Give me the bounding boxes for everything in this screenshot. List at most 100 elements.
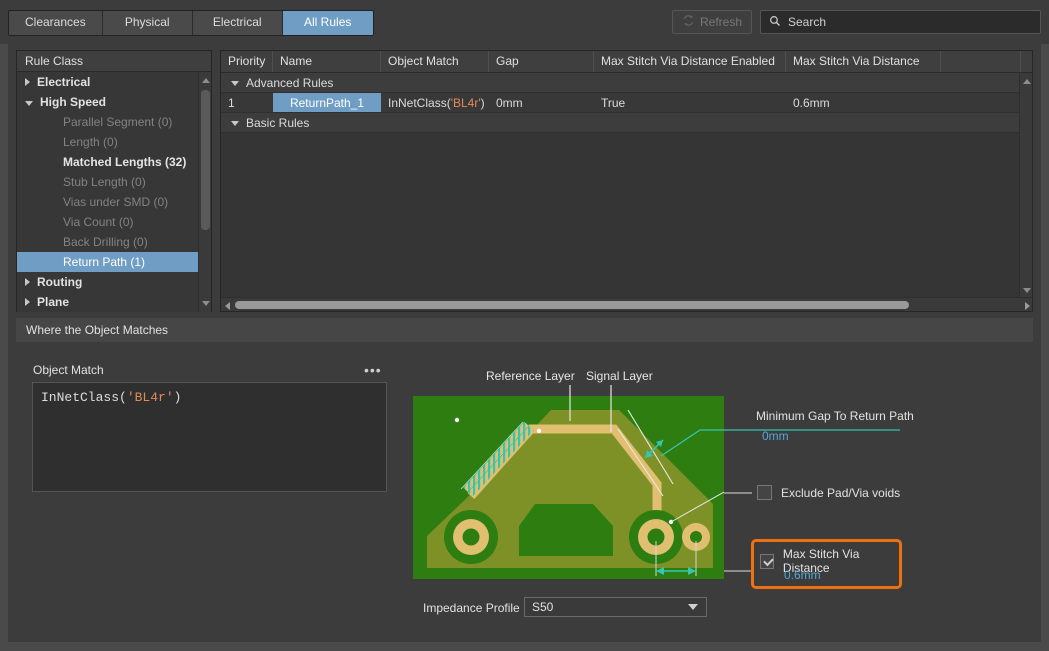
chevron-right-icon[interactable] [25, 278, 30, 286]
scroll-left-icon[interactable] [225, 302, 230, 310]
max-stitch-via-distance-group: Max Stitch Via Distance 0.6mm [751, 539, 902, 589]
rule-class-item-label: Return Path (1) [63, 252, 145, 272]
chevron-right-icon[interactable] [25, 78, 30, 86]
cell-object-match-literal: 'BL4r' [451, 96, 481, 110]
where-object-matches-header: Where the Object Matches [16, 318, 1033, 342]
chevron-down-icon[interactable] [231, 121, 239, 126]
cell-max-stitch-via-distance-enabled[interactable]: True [594, 93, 786, 112]
rules-group-label: Basic Rules [246, 113, 309, 133]
table-row[interactable]: 1ReturnPath_1InNetClass('BL4r')0mmTrue0.… [221, 93, 1032, 113]
impedance-profile-label: Impedance Profile [423, 601, 520, 615]
exclude-pad-via-voids-row[interactable]: Exclude Pad/Via voids [757, 485, 900, 500]
minimum-gap-value[interactable]: 0mm [762, 429, 789, 443]
search-box[interactable]: Search [760, 10, 1041, 34]
object-match-label: Object Match [33, 363, 104, 377]
window-left-edge [0, 44, 8, 642]
scroll-down-icon[interactable] [202, 301, 210, 306]
pour-cutout [519, 504, 613, 556]
cell-object-match-prefix: InNetClass( [388, 96, 451, 110]
rule-class-item-label: High Speed [40, 92, 106, 112]
cell-priority[interactable]: 1 [221, 93, 273, 112]
rule-class-item-label: Plane [37, 292, 69, 312]
rule-class-item-routing[interactable]: Routing [17, 272, 211, 292]
max-stitch-via-distance-checkbox[interactable] [760, 554, 774, 569]
object-match-expression: InNetClass('BL4r') [33, 383, 386, 405]
tab-all-rules[interactable]: All Rules [283, 11, 373, 35]
rule-class-item-plane[interactable]: Plane [17, 292, 211, 312]
rules-table: PriorityNameObject MatchGapMax Stitch Vi… [220, 50, 1033, 312]
max-stitch-via-distance-row[interactable]: Max Stitch Via Distance [760, 547, 899, 575]
rule-class-scrollbar[interactable] [198, 72, 211, 312]
rule-class-header: Rule Class [17, 51, 211, 72]
rules-vertical-scrollbar[interactable] [1019, 73, 1032, 299]
scroll-up-icon[interactable] [202, 78, 210, 83]
cell-blank[interactable] [941, 93, 1021, 112]
cell-max-stitch-via-distance[interactable]: 0.6mm [786, 93, 941, 112]
cell-name[interactable]: ReturnPath_1 [273, 93, 381, 112]
rules-group-advanced-rules[interactable]: Advanced Rules [221, 73, 1032, 93]
rules-table-header: PriorityNameObject MatchGapMax Stitch Vi… [221, 51, 1032, 73]
reference-layer-dot [455, 418, 459, 422]
rule-class-item-vias-under-smd-0[interactable]: Vias under SMD (0) [17, 192, 211, 212]
rule-class-item-label: Back Drilling (0) [63, 232, 148, 252]
cell-object-match[interactable]: InNetClass('BL4r') [381, 93, 489, 112]
rules-column-header-max-stitch-via-distance[interactable]: Max Stitch Via Distance [786, 51, 941, 72]
signal-layer-label: Signal Layer [586, 369, 653, 383]
rule-class-item-via-count-0[interactable]: Via Count (0) [17, 212, 211, 232]
chevron-down-icon[interactable] [231, 81, 239, 86]
exclude-pad-via-voids-checkbox[interactable] [757, 485, 772, 500]
cell-gap[interactable]: 0mm [489, 93, 594, 112]
expr-literal: 'BL4r' [127, 390, 174, 405]
refresh-button[interactable]: Refresh [672, 10, 752, 34]
tab-clearances[interactable]: Clearances [9, 11, 103, 35]
rules-column-header-blank[interactable] [941, 51, 1021, 72]
rule-class-item-return-path-1[interactable]: Return Path (1) [17, 252, 211, 272]
rule-class-item-label: Stub Length (0) [63, 172, 146, 192]
chevron-down-icon[interactable] [688, 604, 698, 610]
rules-column-header-name[interactable]: Name [273, 51, 381, 72]
return-path-illustration [413, 396, 724, 579]
rules-column-header-gap[interactable]: Gap [489, 51, 594, 72]
tab-electrical[interactable]: Electrical [193, 11, 283, 35]
search-placeholder: Search [788, 15, 826, 29]
rule-class-item-matched-lengths-32[interactable]: Matched Lengths (32) [17, 152, 211, 172]
rule-class-item-back-drilling-0[interactable]: Back Drilling (0) [17, 232, 211, 252]
scroll-right-icon[interactable] [1025, 302, 1030, 310]
rule-class-tree[interactable]: ElectricalHigh SpeedParallel Segment (0)… [17, 72, 211, 312]
rule-class-scroll-thumb[interactable] [201, 90, 210, 230]
rule-class-item-label: Electrical [37, 72, 90, 92]
reference-layer-label: Reference Layer [486, 369, 575, 383]
rules-table-body[interactable]: Advanced Rules1ReturnPath_1InNetClass('B… [221, 73, 1032, 299]
toolbar: Clearances Physical Electrical All Rules… [0, 0, 1049, 44]
rule-class-item-electrical[interactable]: Electrical [17, 72, 211, 92]
chevron-down-icon[interactable] [25, 101, 33, 106]
rule-class-item-label: Routing [37, 272, 82, 292]
impedance-profile-select[interactable]: S50 [524, 597, 707, 617]
rule-class-item-length-0[interactable]: Length (0) [17, 132, 211, 152]
object-match-input[interactable]: InNetClass('BL4r') [32, 382, 387, 492]
max-stitch-via-distance-value[interactable]: 0.6mm [784, 568, 821, 582]
rule-class-item-high-speed[interactable]: High Speed [17, 92, 211, 112]
rule-class-item-label: Vias under SMD (0) [63, 192, 168, 212]
rules-group-basic-rules[interactable]: Basic Rules [221, 113, 1032, 133]
rules-hscroll-thumb[interactable] [235, 301, 909, 309]
rules-group-label: Advanced Rules [246, 73, 333, 93]
rules-scroll-down-icon[interactable] [1023, 288, 1031, 293]
rule-class-item-stub-length-0[interactable]: Stub Length (0) [17, 172, 211, 192]
exclude-pad-via-voids-label: Exclude Pad/Via voids [781, 486, 900, 500]
rules-horizontal-scrollbar[interactable] [221, 297, 1033, 311]
tab-physical[interactable]: Physical [103, 11, 193, 35]
object-match-more-icon[interactable]: ••• [364, 364, 382, 376]
rule-category-tabs: Clearances Physical Electrical All Rules [8, 10, 374, 36]
chevron-right-icon[interactable] [25, 298, 30, 306]
rules-column-header-priority[interactable]: Priority [221, 51, 273, 72]
refresh-label: Refresh [700, 15, 742, 29]
pad-left-hole [463, 529, 480, 546]
rules-scroll-up-icon[interactable] [1023, 79, 1031, 84]
rules-column-header-object-match[interactable]: Object Match [381, 51, 489, 72]
rules-column-header-max-stitch-via-distance-enabled[interactable]: Max Stitch Via Distance Enabled [594, 51, 786, 72]
rule-class-item-parallel-segment-0[interactable]: Parallel Segment (0) [17, 112, 211, 132]
rule-class-panel: Rule Class ElectricalHigh SpeedParallel … [16, 50, 212, 312]
impedance-profile-value: S50 [525, 600, 553, 614]
search-icon [769, 15, 781, 30]
